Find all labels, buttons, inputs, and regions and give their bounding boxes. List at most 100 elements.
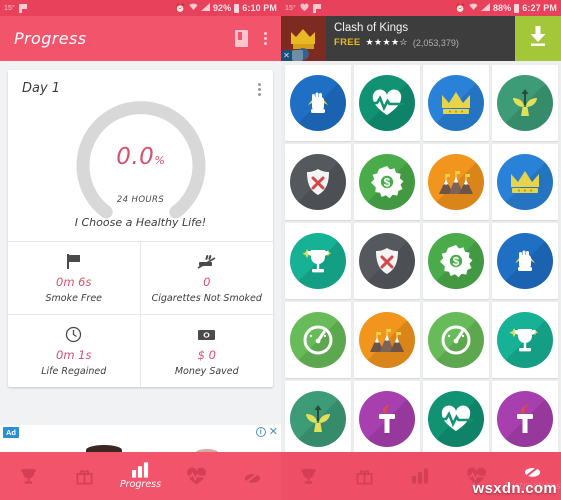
bar-chart-icon [131, 462, 150, 478]
money-icon [197, 325, 216, 344]
stats-grid: 0m 6s Smoke Free 0 Cigarettes Not Smoked… [8, 241, 273, 387]
crown-icon [497, 154, 553, 210]
download-icon [528, 25, 548, 52]
stat-value: $ 0 [197, 348, 216, 362]
close-icon[interactable]: ✕ [281, 50, 292, 61]
main-content: Day 1 0.0% 24 HOURS I Choose a Healthy L… [0, 61, 281, 387]
gift-icon [75, 467, 94, 486]
stat-cigarettes-not-smoked[interactable]: 0 Cigarettes Not Smoked [141, 242, 274, 314]
right-phone-panel: 15° ⏰ 88% 6:27 PM ✕ Clash of Kings FREE … [281, 0, 561, 500]
badge-tile[interactable] [423, 302, 489, 378]
nav-item-health[interactable] [169, 452, 225, 500]
status-bar: 15° ⏰ 88% 6:27 PM [281, 0, 561, 16]
badge-tile[interactable] [492, 223, 558, 299]
heartbeat-icon [428, 391, 484, 447]
badge-tile[interactable] [423, 65, 489, 141]
trophy-icon [290, 233, 346, 289]
progress-card: Day 1 0.0% 24 HOURS I Choose a Healthy L… [8, 70, 273, 387]
badge-tile[interactable]: $ [354, 144, 420, 220]
page-title: Progress [14, 29, 87, 48]
nav-item-distractions[interactable] [225, 452, 281, 500]
badge-tile[interactable] [492, 144, 558, 220]
badge-grid: $ $ [281, 61, 561, 457]
nav-item-gift[interactable] [56, 452, 112, 500]
close-icon[interactable]: ✕ [269, 427, 278, 438]
ad-strip[interactable]: Ad i ✕ [0, 425, 281, 452]
stat-smoke-free[interactable]: 0m 6s Smoke Free [8, 242, 141, 314]
info-icon[interactable]: i [255, 427, 266, 437]
nav-item-trophy[interactable] [0, 452, 56, 500]
book-icon[interactable] [235, 30, 248, 47]
no-smoking-icon [242, 467, 263, 486]
stat-label: Cigarettes Not Smoked [151, 293, 262, 304]
torch-icon [359, 391, 415, 447]
badge-tile[interactable] [354, 302, 420, 378]
badge-tile[interactable] [285, 302, 351, 378]
badge-tile[interactable] [354, 65, 420, 141]
stat-money-saved[interactable]: $ 0 Money Saved [140, 314, 273, 387]
badge-tile[interactable] [492, 65, 558, 141]
wifi-icon [469, 3, 478, 13]
stat-label: Smoke Free [45, 293, 103, 304]
temperature-label: 15° [285, 4, 296, 12]
shield-x-icon [290, 154, 346, 210]
badge-tile[interactable] [285, 144, 351, 220]
watermark: wsxdn.com [472, 480, 557, 497]
gift-icon [355, 467, 374, 486]
clock-label: 6:27 PM [522, 3, 557, 13]
trophy-icon [19, 467, 38, 486]
svg-text:$: $ [384, 176, 391, 190]
ad-badge: Ad [3, 427, 19, 438]
nav-item-gift[interactable] [337, 452, 393, 500]
nav-item-progress[interactable]: Progress [112, 452, 168, 500]
gauge-value: 0.0 [116, 144, 155, 170]
flag-icon [18, 3, 27, 13]
overflow-menu-icon[interactable] [264, 32, 267, 45]
no-smoking-icon [522, 461, 543, 480]
heartbeat-icon [186, 467, 208, 486]
badge-tile[interactable] [285, 381, 351, 457]
badge-tile[interactable] [423, 381, 489, 457]
nav-item-label: Progress [119, 479, 162, 490]
badge-tile[interactable] [354, 381, 420, 457]
flag-icon [65, 252, 82, 271]
ad-choices-icon[interactable] [292, 50, 303, 61]
badge-tile[interactable] [354, 223, 420, 299]
gear-dollar-icon: $ [359, 154, 415, 210]
gauge-icon [290, 312, 346, 368]
stat-label: Money Saved [174, 366, 239, 377]
badge-tile[interactable] [492, 381, 558, 457]
stat-value: 0 [203, 275, 211, 289]
clock-label: 6:10 PM [242, 3, 277, 13]
badge-tile[interactable]: $ [423, 223, 489, 299]
temperature-label: 15° [4, 4, 15, 12]
stat-life-regained[interactable]: 0m 1s Life Regained [8, 314, 141, 387]
badge-tile[interactable] [285, 223, 351, 299]
gauge-sublabel: 24 HOURS [116, 195, 165, 205]
badge-tile[interactable] [285, 65, 351, 141]
alarm-icon: ⏰ [454, 2, 466, 13]
ad-banner[interactable]: ✕ Clash of Kings FREE ★★★★☆ (2,053,379) [281, 16, 561, 61]
badge-tile[interactable] [423, 144, 489, 220]
mountains-icon [359, 312, 415, 368]
status-bar: 15° ⏰ 92% 6:10 PM [0, 0, 281, 16]
clock-icon [65, 325, 82, 344]
gauge-percent-symbol: % [154, 154, 165, 167]
screenshot-root: 15° ⏰ 92% 6:10 PM Progress Day 1 0.0% 24… [0, 0, 561, 500]
battery-percent-label: 88% [492, 3, 512, 13]
trophy-icon [299, 467, 318, 486]
badge-tile[interactable] [492, 302, 558, 378]
heart-icon [300, 3, 309, 14]
stat-label: Life Regained [41, 366, 107, 377]
ad-title: Clash of Kings [334, 22, 409, 34]
battery-icon [234, 3, 240, 13]
app-bar: Progress [0, 16, 281, 61]
flag-icon [312, 3, 321, 13]
download-button[interactable] [515, 16, 561, 61]
battery-percent-label: 92% [212, 3, 232, 13]
plant-icon [497, 75, 553, 131]
mountains-icon [428, 154, 484, 210]
nav-item-trophy[interactable] [281, 452, 337, 500]
nav-item-progress[interactable] [393, 452, 449, 500]
shield-x-icon [359, 233, 415, 289]
